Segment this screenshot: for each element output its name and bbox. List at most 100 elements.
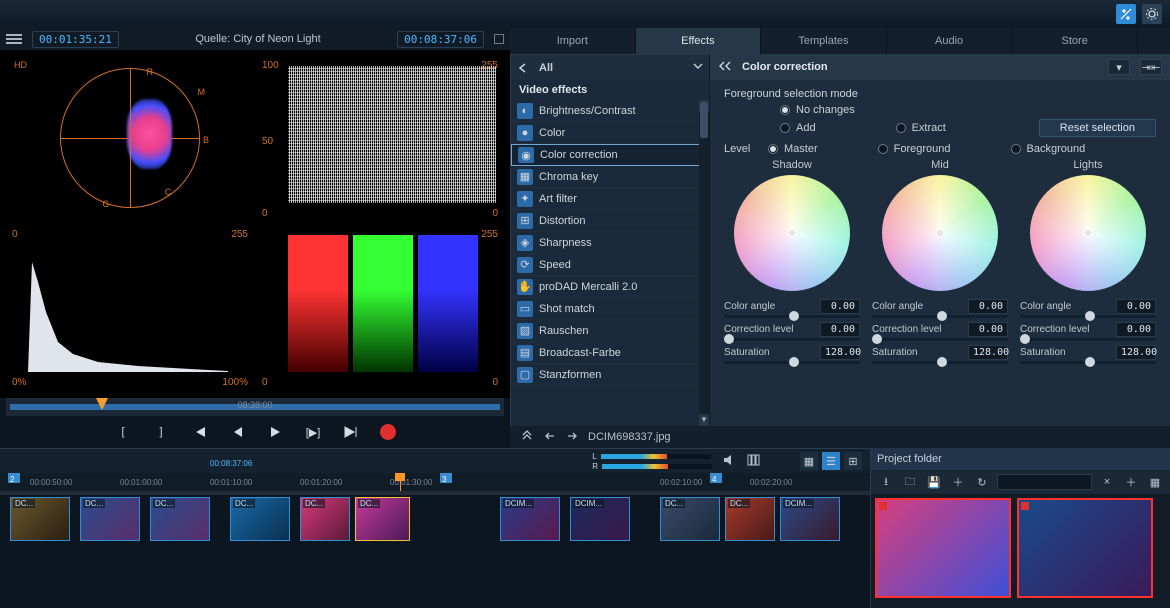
scroll-thumb[interactable]: [700, 102, 708, 138]
reset-selection-button[interactable]: Reset selection: [1039, 119, 1156, 137]
refresh-icon[interactable]: ↻: [973, 473, 991, 491]
collapse-up-icon[interactable]: [520, 430, 534, 445]
radio-master[interactable]: Master: [768, 143, 818, 155]
clip[interactable]: DC...: [660, 497, 720, 541]
angle-lights-slider[interactable]: [1020, 315, 1156, 318]
scroll-down-icon[interactable]: ▼: [699, 414, 709, 426]
clear-search-icon[interactable]: ×: [1098, 473, 1116, 491]
clip[interactable]: DCIM...: [570, 497, 630, 541]
preview-scrubber[interactable]: 08:38:00: [6, 398, 504, 416]
fx-item-brightness[interactable]: ◐Brightness/Contrast: [511, 100, 709, 122]
speaker-icon[interactable]: [722, 453, 736, 470]
timecode-in[interactable]: 00:01:35:21: [32, 31, 119, 48]
mixer-icon[interactable]: [746, 453, 760, 470]
go-end-icon[interactable]: [342, 423, 360, 441]
radio-foreground[interactable]: Foreground: [878, 143, 951, 155]
tab-import[interactable]: Import: [510, 28, 636, 54]
fx-item-speed[interactable]: ⟳Speed: [511, 254, 709, 276]
project-clip[interactable]: [1017, 498, 1153, 598]
project-search-input[interactable]: [997, 474, 1092, 490]
step-back-icon[interactable]: [228, 423, 246, 441]
view-overview-icon[interactable]: ⊞: [844, 452, 862, 470]
wheel-shadow[interactable]: [734, 175, 850, 291]
mark-in-icon[interactable]: [: [114, 423, 132, 441]
corr-mid-val[interactable]: 0.00: [968, 322, 1008, 337]
timeline-tracks[interactable]: DC... DC... DC... DC... DC... DC... DCIM…: [0, 491, 870, 608]
menu-icon[interactable]: [6, 34, 22, 44]
play-range-icon[interactable]: [▶]: [304, 423, 322, 441]
angle-lights-val[interactable]: 0.00: [1116, 299, 1156, 314]
fx-item-chromakey[interactable]: ▦Chroma key: [511, 166, 709, 188]
save-icon[interactable]: 💾: [925, 473, 943, 491]
fx-item-color[interactable]: ●Color: [511, 122, 709, 144]
sat-lights-slider[interactable]: [1020, 361, 1156, 364]
back-icon[interactable]: [517, 61, 531, 75]
tab-templates[interactable]: Templates: [761, 28, 887, 54]
radio-add[interactable]: Add: [780, 122, 816, 134]
nav-forward-icon[interactable]: [566, 431, 578, 444]
clip[interactable]: DC...: [80, 497, 140, 541]
fx-item-broadcast[interactable]: ▤Broadcast-Farbe: [511, 342, 709, 364]
angle-shadow-val[interactable]: 0.00: [820, 299, 860, 314]
fx-item-rauschen[interactable]: ▨Rauschen: [511, 320, 709, 342]
angle-mid-slider[interactable]: [872, 315, 1008, 318]
collapse-icon[interactable]: [718, 60, 732, 75]
chevron-down-icon[interactable]: [693, 61, 703, 74]
play-icon[interactable]: [266, 423, 284, 441]
record-icon[interactable]: [380, 424, 396, 440]
maximize-icon[interactable]: [1155, 455, 1164, 464]
tab-effects[interactable]: Effects: [636, 28, 762, 54]
corr-shadow-slider[interactable]: [724, 338, 860, 341]
view-tiles-icon[interactable]: ▦: [1146, 473, 1164, 491]
dropdown-icon[interactable]: ▾: [1108, 59, 1130, 75]
clip[interactable]: DCIM...: [780, 497, 840, 541]
clip[interactable]: DC...: [230, 497, 290, 541]
fx-scrollbar[interactable]: ▲ ▼: [699, 100, 709, 426]
clip[interactable]: DCIM...: [500, 497, 560, 541]
timecode-out[interactable]: 00:08:37:06: [397, 31, 484, 48]
sat-shadow-val[interactable]: 128.00: [820, 345, 860, 360]
fx-item-shotmatch[interactable]: ▭Shot match: [511, 298, 709, 320]
filter-all-label[interactable]: All: [539, 62, 685, 74]
magic-fx-icon[interactable]: [1116, 4, 1136, 24]
gear-icon[interactable]: [1142, 4, 1162, 24]
view-list-icon[interactable]: ☰: [822, 452, 840, 470]
corr-shadow-val[interactable]: 0.00: [820, 322, 860, 337]
radio-no-changes[interactable]: No changes: [780, 104, 1156, 116]
fx-item-mercalli[interactable]: ✋proDAD Mercalli 2.0: [511, 276, 709, 298]
tab-store[interactable]: Store: [1012, 28, 1138, 54]
compare-icon[interactable]: ⇥⇤: [1140, 59, 1162, 75]
add-icon[interactable]: ＋: [949, 473, 967, 491]
fx-item-sharpness[interactable]: ◈Sharpness: [511, 232, 709, 254]
sat-mid-val[interactable]: 128.00: [968, 345, 1008, 360]
clip[interactable]: DC...: [725, 497, 775, 541]
clip-selected[interactable]: DC...: [355, 497, 410, 541]
new-folder-icon[interactable]: ＋: [1122, 473, 1140, 491]
fx-item-artfilter[interactable]: ✦Art filter: [511, 188, 709, 210]
corr-mid-slider[interactable]: [872, 338, 1008, 341]
fx-item-distortion[interactable]: ⊞Distortion: [511, 210, 709, 232]
fx-item-colorcorrection[interactable]: ◉Color correction: [511, 144, 709, 166]
clip[interactable]: DC...: [150, 497, 210, 541]
corr-lights-slider[interactable]: [1020, 338, 1156, 341]
corr-lights-val[interactable]: 0.00: [1116, 322, 1156, 337]
go-start-icon[interactable]: [190, 423, 208, 441]
fx-item-stanzformen[interactable]: ▢Stanzformen: [511, 364, 709, 386]
sat-lights-val[interactable]: 128.00: [1116, 345, 1156, 360]
sat-mid-slider[interactable]: [872, 361, 1008, 364]
import-icon[interactable]: ⭳: [877, 473, 895, 491]
clip[interactable]: DC...: [10, 497, 70, 541]
view-grid-icon[interactable]: ▦: [800, 452, 818, 470]
sat-shadow-slider[interactable]: [724, 361, 860, 364]
angle-shadow-slider[interactable]: [724, 315, 860, 318]
maximize-icon[interactable]: [494, 34, 504, 44]
clip[interactable]: DC...: [300, 497, 350, 541]
mark-out-icon[interactable]: ]: [152, 423, 170, 441]
tab-audio[interactable]: Audio: [887, 28, 1013, 54]
project-clip[interactable]: [875, 498, 1011, 598]
wheel-lights[interactable]: [1030, 175, 1146, 291]
radio-extract[interactable]: Extract: [896, 122, 946, 134]
wheel-mid[interactable]: [882, 175, 998, 291]
folder-icon[interactable]: 🗀: [901, 473, 919, 491]
radio-background[interactable]: Background: [1011, 143, 1086, 155]
